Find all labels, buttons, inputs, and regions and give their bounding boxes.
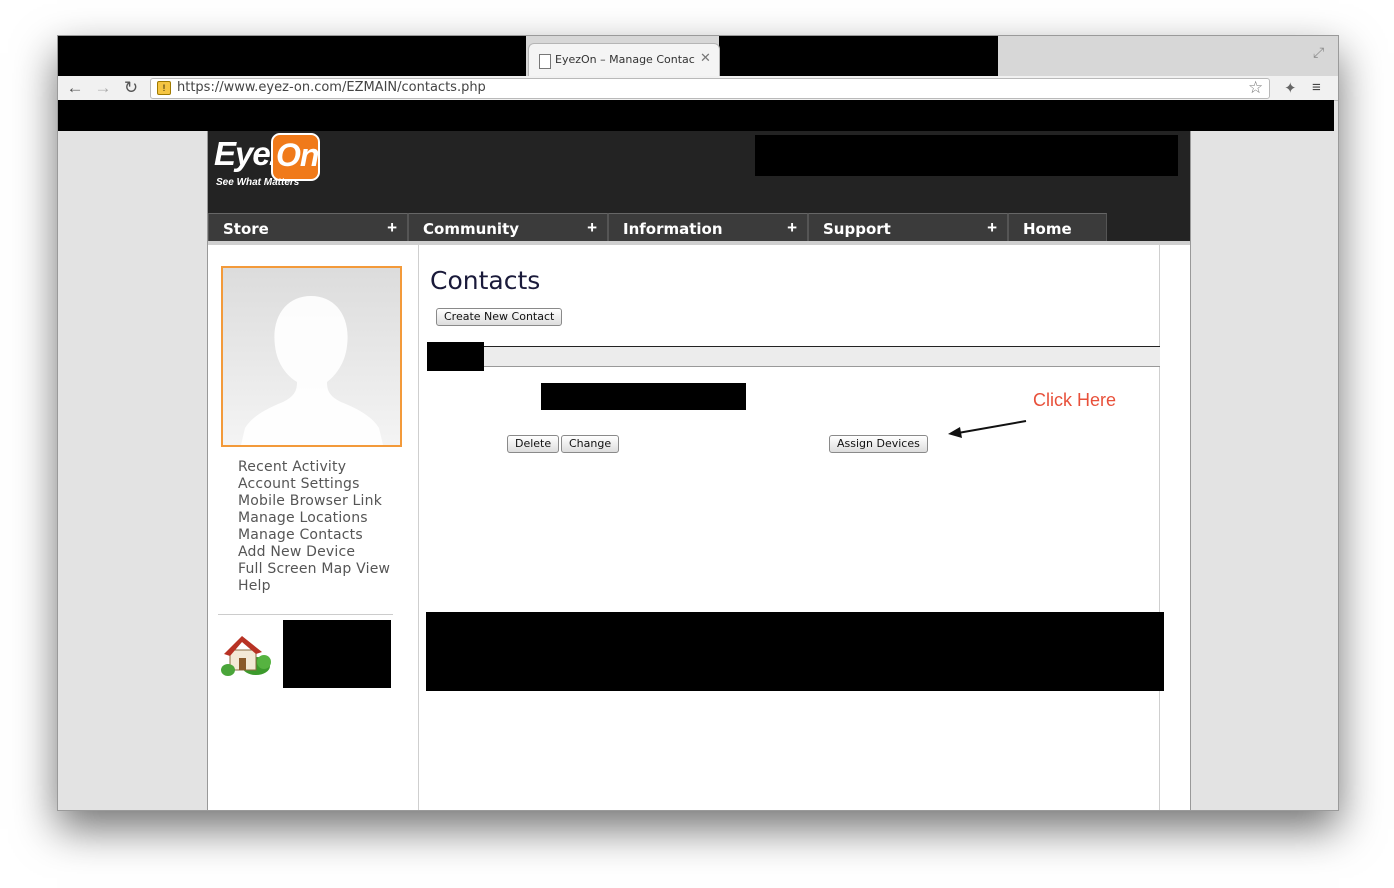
star-icon[interactable]: ☆	[1248, 78, 1263, 98]
avatar[interactable]	[221, 266, 402, 447]
fullscreen-icon[interactable]: ⤢	[1313, 44, 1324, 61]
nav-label: Home	[1023, 220, 1072, 238]
tab-title: EyezOn – Manage Contacts	[555, 53, 695, 66]
browser-window: EyezOn – Manage Contacts ✕ ⤢ ← → ↻ ! htt…	[57, 35, 1339, 811]
logo-on-text: On	[276, 137, 319, 173]
annotation-click-here: Click Here	[1033, 390, 1117, 410]
sidebar-link-mobile-browser[interactable]: Mobile Browser Link	[238, 493, 390, 510]
plus-icon[interactable]: +	[787, 218, 797, 238]
tab-active[interactable]: EyezOn – Manage Contacts ✕	[528, 43, 720, 77]
url-text: https://www.eyez-on.com/EZMAIN/contacts.…	[177, 80, 486, 95]
plus-icon[interactable]: +	[587, 218, 597, 238]
column-divider	[1159, 245, 1160, 810]
page-icon	[539, 54, 551, 69]
reload-icon[interactable]: ↻	[120, 78, 142, 98]
nav-divider	[208, 241, 1190, 245]
nav-item-community[interactable]: Community +	[408, 213, 608, 243]
redacted-region	[426, 612, 1164, 691]
create-contact-button[interactable]: Create New Contact	[436, 308, 563, 326]
forward-icon[interactable]: →	[92, 78, 114, 98]
logo-badge[interactable]: On	[271, 133, 320, 181]
site-header: Eyez On See What Matters	[208, 131, 1190, 213]
browser-toolbar: ← → ↻ ! https://www.eyez-on.com/EZMAIN/c…	[58, 76, 1338, 101]
back-icon[interactable]: ←	[64, 78, 86, 98]
house-icon[interactable]	[220, 628, 274, 680]
plus-icon[interactable]: +	[987, 218, 997, 238]
nav-item-support[interactable]: Support +	[808, 213, 1008, 243]
extension-icon[interactable]: ✦	[1284, 79, 1297, 97]
arrow-icon	[948, 420, 1027, 438]
sidebar-link-manage-locations[interactable]: Manage Locations	[238, 510, 390, 527]
sidebar-link-account-settings[interactable]: Account Settings	[238, 476, 390, 493]
menu-icon[interactable]: ≡	[1312, 79, 1321, 96]
sidebar-link-manage-contacts[interactable]: Manage Contacts	[238, 527, 390, 544]
redacted-region	[427, 342, 484, 371]
address-bar[interactable]: ! https://www.eyez-on.com/EZMAIN/contact…	[150, 78, 1270, 99]
close-icon[interactable]: ✕	[700, 50, 711, 66]
nav-label: Store	[223, 220, 269, 238]
change-button[interactable]: Change	[561, 435, 620, 453]
delete-button[interactable]: Delete	[507, 435, 560, 453]
tab-strip: EyezOn – Manage Contacts ✕ ⤢	[58, 36, 1338, 77]
nav-label: Information	[623, 220, 723, 238]
warning-lock-icon: !	[157, 81, 171, 95]
logo-tagline: See What Matters	[216, 177, 300, 188]
sidebar-link-recent-activity[interactable]: Recent Activity	[238, 459, 390, 476]
sidebar-link-help[interactable]: Help	[238, 578, 390, 595]
redacted-bookmark-bar	[58, 100, 1334, 131]
main-nav: Store + Community + Information + Suppor…	[208, 213, 1190, 243]
redacted-region	[755, 135, 1178, 176]
nav-item-home[interactable]: Home	[1008, 213, 1107, 243]
account-menu: Recent Activity Account Settings Mobile …	[238, 459, 390, 595]
plus-icon[interactable]: +	[387, 218, 397, 238]
redacted-region	[719, 36, 998, 76]
sidebar-divider	[218, 614, 393, 615]
web-page: Eyez On See What Matters Store + Communi…	[207, 131, 1191, 810]
nav-label: Support	[823, 220, 891, 238]
redacted-region	[283, 620, 391, 688]
sidebar-link-add-device[interactable]: Add New Device	[238, 544, 390, 561]
redacted-region	[58, 36, 526, 76]
assign-devices-button[interactable]: Assign Devices	[829, 435, 928, 453]
page-title: Contacts	[430, 266, 541, 295]
sidebar-link-map-view[interactable]: Full Screen Map View	[238, 561, 390, 578]
nav-label: Community	[423, 220, 520, 238]
nav-item-store[interactable]: Store +	[208, 213, 408, 243]
column-divider	[418, 245, 419, 810]
contact-header-bar	[427, 346, 1160, 367]
redacted-contact-name	[541, 383, 746, 410]
nav-item-information[interactable]: Information +	[608, 213, 808, 243]
person-silhouette-icon	[241, 296, 383, 445]
